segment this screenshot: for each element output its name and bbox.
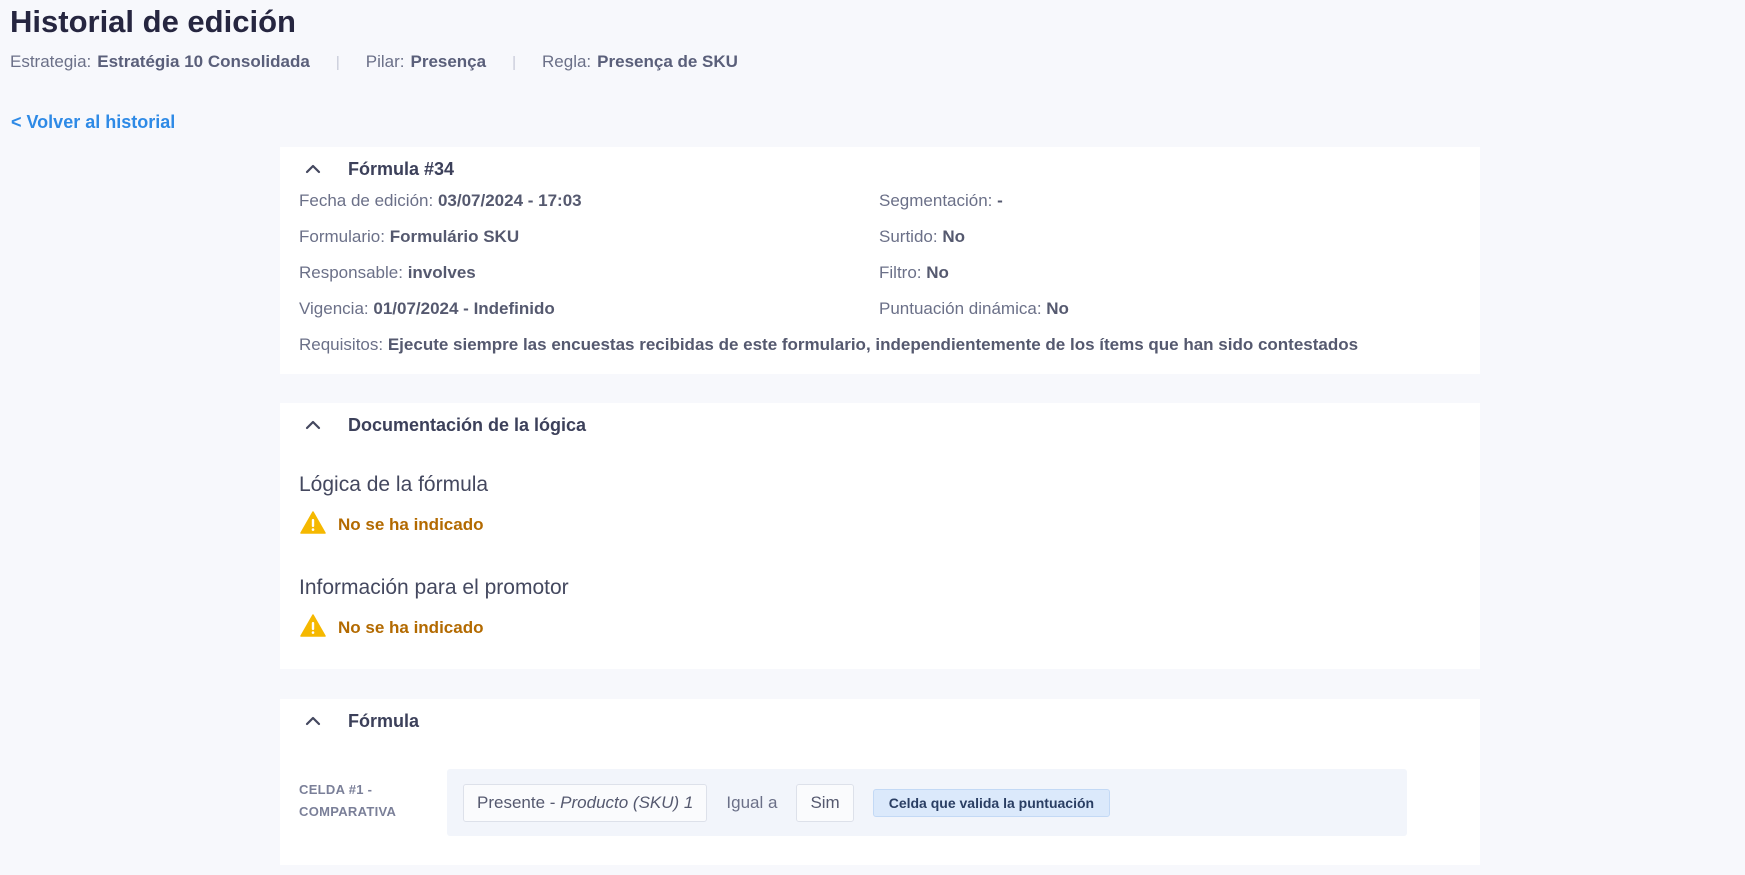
meta-divider: | bbox=[335, 53, 340, 71]
field-label: Requisitos: bbox=[299, 335, 384, 354]
field-segmentacion: Segmentación: - bbox=[879, 191, 1003, 211]
field-value: involves bbox=[407, 263, 476, 282]
formula-card: Fórmula CELDA #1 - COMPARATIVA Presente … bbox=[280, 699, 1480, 865]
field-value: No bbox=[926, 263, 949, 282]
operand-product: Producto (SKU) 1 bbox=[560, 792, 694, 812]
promoter-heading: Información para el promotor bbox=[299, 576, 569, 599]
logic-doc-header[interactable]: Documentación de la lógica bbox=[280, 403, 1480, 447]
field-label: Puntuación dinámica: bbox=[879, 299, 1042, 318]
logic-doc-title: Documentación de la lógica bbox=[348, 414, 587, 435]
chevron-up-icon[interactable] bbox=[304, 416, 322, 434]
formula-expression: Presente - Producto (SKU) 1 Igual a Sim … bbox=[447, 769, 1407, 836]
field-responsable: Responsable: involves bbox=[299, 263, 476, 283]
field-label: Vigencia: bbox=[299, 299, 369, 318]
field-vigencia: Vigencia: 01/07/2024 - Indefinido bbox=[299, 299, 555, 319]
meta-label: Pilar: bbox=[365, 52, 405, 71]
page-title: Historial de edición bbox=[10, 4, 296, 39]
field-label: Responsable: bbox=[299, 263, 403, 282]
promoter-warning: No se ha indicado bbox=[300, 614, 483, 642]
meta-divider: | bbox=[512, 53, 517, 71]
warning-text: No se ha indicado bbox=[338, 618, 484, 637]
meta-regla: Regla: Presença de SKU bbox=[542, 52, 738, 72]
field-label: Formulario: bbox=[299, 227, 385, 246]
warning-text: No se ha indicado bbox=[338, 515, 484, 534]
comparison-operator: Igual a bbox=[726, 792, 778, 812]
formula-info-card: Fórmula #34 Fecha de edición: 03/07/2024… bbox=[280, 147, 1480, 374]
left-operand-chip: Presente - Producto (SKU) 1 bbox=[463, 783, 708, 822]
logic-heading: Lógica de la fórmula bbox=[299, 473, 489, 496]
warning-icon bbox=[300, 511, 326, 539]
chevron-up-icon[interactable] bbox=[304, 160, 322, 178]
field-value: Ejecute siempre las encuestas recibidas … bbox=[387, 335, 1359, 354]
right-operand-chip: Sim bbox=[796, 783, 854, 822]
field-label: Segmentación: bbox=[879, 191, 993, 210]
field-value: 01/07/2024 - Indefinido bbox=[373, 299, 555, 318]
meta-label: Estrategia: bbox=[10, 52, 92, 71]
breadcrumb-meta: Estrategia: Estratégia 10 Consolidada | … bbox=[10, 52, 738, 72]
field-fecha: Fecha de edición: 03/07/2024 - 17:03 bbox=[299, 191, 582, 211]
meta-value: Presença bbox=[410, 52, 487, 71]
field-value: 03/07/2024 - 17:03 bbox=[437, 191, 582, 210]
field-label: Surtido: bbox=[879, 227, 938, 246]
field-label: Fecha de edición: bbox=[299, 191, 434, 210]
field-formulario: Formulario: Formulário SKU bbox=[299, 227, 519, 247]
operand-prefix: Presente - bbox=[477, 792, 561, 812]
formula-info-header[interactable]: Fórmula #34 bbox=[280, 147, 1480, 191]
field-value: Formulário SKU bbox=[389, 227, 520, 246]
field-requisitos: Requisitos: Ejecute siempre las encuesta… bbox=[299, 335, 1358, 355]
meta-value: Estratégia 10 Consolidada bbox=[97, 52, 310, 71]
field-value: No bbox=[942, 227, 965, 246]
warning-icon bbox=[300, 614, 326, 642]
logic-warning: No se ha indicado bbox=[300, 511, 483, 539]
chevron-up-icon[interactable] bbox=[304, 712, 322, 730]
formula-details: Fecha de edición: 03/07/2024 - 17:03 For… bbox=[280, 191, 1480, 371]
meta-label: Regla: bbox=[542, 52, 592, 71]
field-filtro: Filtro: No bbox=[879, 263, 949, 283]
cell-label: CELDA #1 - COMPARATIVA bbox=[299, 779, 409, 823]
field-surtido: Surtido: No bbox=[879, 227, 965, 247]
field-puntuacion-dinamica: Puntuación dinámica: No bbox=[879, 299, 1069, 319]
meta-pilar: Pilar: Presença bbox=[366, 52, 486, 72]
cell-label-line: CELDA #1 - bbox=[299, 782, 373, 797]
field-value: No bbox=[1046, 299, 1069, 318]
logic-doc-card: Documentación de la lógica Lógica de la … bbox=[280, 403, 1480, 669]
field-value: - bbox=[997, 191, 1003, 210]
formula-info-title: Fórmula #34 bbox=[348, 158, 455, 179]
formula-cell-row: CELDA #1 - COMPARATIVA Presente - Produc… bbox=[299, 769, 1459, 839]
meta-value: Presença de SKU bbox=[597, 52, 738, 71]
field-label: Filtro: bbox=[879, 263, 922, 282]
formula-title: Fórmula bbox=[348, 710, 420, 731]
meta-estrategia: Estrategia: Estratégia 10 Consolidada bbox=[10, 52, 310, 72]
formula-header[interactable]: Fórmula bbox=[280, 699, 1480, 743]
back-to-history-link[interactable]: < Volver al historial bbox=[11, 112, 175, 133]
cell-label-line: COMPARATIVA bbox=[299, 804, 397, 819]
validates-score-badge: Celda que valida la puntuación bbox=[872, 788, 1111, 817]
